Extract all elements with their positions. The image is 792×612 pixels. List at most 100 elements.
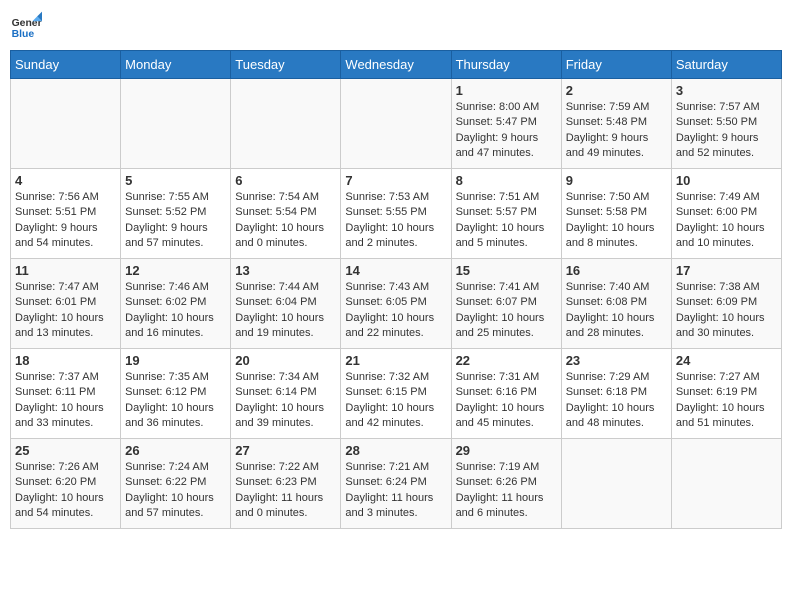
day-number: 20 bbox=[235, 353, 336, 368]
day-info: Sunrise: 7:59 AM Sunset: 5:48 PM Dayligh… bbox=[566, 100, 667, 162]
svg-text:Blue: Blue bbox=[12, 29, 35, 40]
calendar-week-3: 11 Sunrise: 7:47 AM Sunset: 6:01 PM Dayli… bbox=[11, 259, 782, 349]
calendar-cell: 8 Sunrise: 7:51 AM Sunset: 5:57 PM Daylig… bbox=[451, 169, 561, 259]
day-info: Sunrise: 8:00 AM Sunset: 5:47 PM Dayligh… bbox=[456, 100, 557, 162]
calendar-cell bbox=[671, 439, 781, 529]
col-header-saturday: Saturday bbox=[671, 51, 781, 79]
calendar-cell: 22 Sunrise: 7:31 AM Sunset: 6:16 PM Dayli… bbox=[451, 349, 561, 439]
day-info: Sunrise: 7:19 AM Sunset: 6:26 PM Dayligh… bbox=[456, 460, 557, 522]
day-number: 29 bbox=[456, 443, 557, 458]
day-info: Sunrise: 7:21 AM Sunset: 6:24 PM Dayligh… bbox=[345, 460, 446, 522]
col-header-sunday: Sunday bbox=[11, 51, 121, 79]
day-number: 2 bbox=[566, 83, 667, 98]
day-info: Sunrise: 7:47 AM Sunset: 6:01 PM Dayligh… bbox=[15, 280, 116, 342]
calendar-cell: 20 Sunrise: 7:34 AM Sunset: 6:14 PM Dayli… bbox=[231, 349, 341, 439]
col-header-thursday: Thursday bbox=[451, 51, 561, 79]
calendar-cell bbox=[231, 79, 341, 169]
calendar-cell bbox=[121, 79, 231, 169]
calendar-week-2: 4 Sunrise: 7:56 AM Sunset: 5:51 PM Daylig… bbox=[11, 169, 782, 259]
day-info: Sunrise: 7:50 AM Sunset: 5:58 PM Dayligh… bbox=[566, 190, 667, 252]
day-info: Sunrise: 7:56 AM Sunset: 5:51 PM Dayligh… bbox=[15, 190, 116, 252]
day-info: Sunrise: 7:51 AM Sunset: 5:57 PM Dayligh… bbox=[456, 190, 557, 252]
day-number: 8 bbox=[456, 173, 557, 188]
calendar-cell bbox=[341, 79, 451, 169]
calendar-cell bbox=[561, 439, 671, 529]
day-info: Sunrise: 7:32 AM Sunset: 6:15 PM Dayligh… bbox=[345, 370, 446, 432]
day-info: Sunrise: 7:54 AM Sunset: 5:54 PM Dayligh… bbox=[235, 190, 336, 252]
day-number: 25 bbox=[15, 443, 116, 458]
calendar-cell bbox=[11, 79, 121, 169]
day-number: 27 bbox=[235, 443, 336, 458]
calendar-cell: 7 Sunrise: 7:53 AM Sunset: 5:55 PM Daylig… bbox=[341, 169, 451, 259]
calendar-cell: 4 Sunrise: 7:56 AM Sunset: 5:51 PM Daylig… bbox=[11, 169, 121, 259]
col-header-friday: Friday bbox=[561, 51, 671, 79]
day-info: Sunrise: 7:57 AM Sunset: 5:50 PM Dayligh… bbox=[676, 100, 777, 162]
day-info: Sunrise: 7:29 AM Sunset: 6:18 PM Dayligh… bbox=[566, 370, 667, 432]
day-info: Sunrise: 7:55 AM Sunset: 5:52 PM Dayligh… bbox=[125, 190, 226, 252]
calendar-cell: 12 Sunrise: 7:46 AM Sunset: 6:02 PM Dayli… bbox=[121, 259, 231, 349]
calendar-cell: 14 Sunrise: 7:43 AM Sunset: 6:05 PM Dayli… bbox=[341, 259, 451, 349]
day-number: 22 bbox=[456, 353, 557, 368]
day-number: 18 bbox=[15, 353, 116, 368]
calendar-table: SundayMondayTuesdayWednesdayThursdayFrid… bbox=[10, 50, 782, 529]
day-info: Sunrise: 7:35 AM Sunset: 6:12 PM Dayligh… bbox=[125, 370, 226, 432]
day-info: Sunrise: 7:34 AM Sunset: 6:14 PM Dayligh… bbox=[235, 370, 336, 432]
day-number: 6 bbox=[235, 173, 336, 188]
day-number: 10 bbox=[676, 173, 777, 188]
calendar-cell: 29 Sunrise: 7:19 AM Sunset: 6:26 PM Dayli… bbox=[451, 439, 561, 529]
day-info: Sunrise: 7:46 AM Sunset: 6:02 PM Dayligh… bbox=[125, 280, 226, 342]
day-info: Sunrise: 7:24 AM Sunset: 6:22 PM Dayligh… bbox=[125, 460, 226, 522]
calendar-cell: 15Sunrise: 7:41 AM Sunset: 6:07 PM Dayli… bbox=[451, 259, 561, 349]
day-info: Sunrise: 7:43 AM Sunset: 6:05 PM Dayligh… bbox=[345, 280, 446, 342]
day-number: 3 bbox=[676, 83, 777, 98]
calendar-cell: 25 Sunrise: 7:26 AM Sunset: 6:20 PM Dayli… bbox=[11, 439, 121, 529]
day-info: Sunrise: 7:53 AM Sunset: 5:55 PM Dayligh… bbox=[345, 190, 446, 252]
day-number: 7 bbox=[345, 173, 446, 188]
logo: General Blue bbox=[10, 10, 42, 42]
day-info: Sunrise: 7:38 AM Sunset: 6:09 PM Dayligh… bbox=[676, 280, 777, 342]
calendar-cell: 26 Sunrise: 7:24 AM Sunset: 6:22 PM Dayli… bbox=[121, 439, 231, 529]
calendar-week-1: 1Sunrise: 8:00 AM Sunset: 5:47 PM Daylig… bbox=[11, 79, 782, 169]
calendar-cell: 6 Sunrise: 7:54 AM Sunset: 5:54 PM Daylig… bbox=[231, 169, 341, 259]
day-info: Sunrise: 7:31 AM Sunset: 6:16 PM Dayligh… bbox=[456, 370, 557, 432]
calendar-cell: 17Sunrise: 7:38 AM Sunset: 6:09 PM Dayli… bbox=[671, 259, 781, 349]
calendar-week-4: 18 Sunrise: 7:37 AM Sunset: 6:11 PM Dayli… bbox=[11, 349, 782, 439]
day-info: Sunrise: 7:26 AM Sunset: 6:20 PM Dayligh… bbox=[15, 460, 116, 522]
col-header-tuesday: Tuesday bbox=[231, 51, 341, 79]
day-number: 23 bbox=[566, 353, 667, 368]
page-header: General Blue bbox=[10, 10, 782, 42]
day-number: 21 bbox=[345, 353, 446, 368]
calendar-cell: 11 Sunrise: 7:47 AM Sunset: 6:01 PM Dayli… bbox=[11, 259, 121, 349]
day-number: 12 bbox=[125, 263, 226, 278]
day-info: Sunrise: 7:44 AM Sunset: 6:04 PM Dayligh… bbox=[235, 280, 336, 342]
day-number: 4 bbox=[15, 173, 116, 188]
calendar-week-5: 25 Sunrise: 7:26 AM Sunset: 6:20 PM Dayli… bbox=[11, 439, 782, 529]
calendar-cell: 24Sunrise: 7:27 AM Sunset: 6:19 PM Dayli… bbox=[671, 349, 781, 439]
day-number: 26 bbox=[125, 443, 226, 458]
calendar-cell: 23 Sunrise: 7:29 AM Sunset: 6:18 PM Dayli… bbox=[561, 349, 671, 439]
calendar-cell: 10 Sunrise: 7:49 AM Sunset: 6:00 PM Dayli… bbox=[671, 169, 781, 259]
day-info: Sunrise: 7:40 AM Sunset: 6:08 PM Dayligh… bbox=[566, 280, 667, 342]
day-info: Sunrise: 7:37 AM Sunset: 6:11 PM Dayligh… bbox=[15, 370, 116, 432]
calendar-cell: 2 Sunrise: 7:59 AM Sunset: 5:48 PM Daylig… bbox=[561, 79, 671, 169]
col-header-wednesday: Wednesday bbox=[341, 51, 451, 79]
day-info: Sunrise: 7:22 AM Sunset: 6:23 PM Dayligh… bbox=[235, 460, 336, 522]
calendar-cell: 19Sunrise: 7:35 AM Sunset: 6:12 PM Dayli… bbox=[121, 349, 231, 439]
day-number: 14 bbox=[345, 263, 446, 278]
calendar-cell: 16 Sunrise: 7:40 AM Sunset: 6:08 PM Dayli… bbox=[561, 259, 671, 349]
day-info: Sunrise: 7:27 AM Sunset: 6:19 PM Dayligh… bbox=[676, 370, 777, 432]
calendar-cell: 1Sunrise: 8:00 AM Sunset: 5:47 PM Daylig… bbox=[451, 79, 561, 169]
day-number: 15 bbox=[456, 263, 557, 278]
day-number: 13 bbox=[235, 263, 336, 278]
calendar-cell: 28Sunrise: 7:21 AM Sunset: 6:24 PM Dayli… bbox=[341, 439, 451, 529]
day-number: 11 bbox=[15, 263, 116, 278]
day-info: Sunrise: 7:49 AM Sunset: 6:00 PM Dayligh… bbox=[676, 190, 777, 252]
calendar-cell: 13 Sunrise: 7:44 AM Sunset: 6:04 PM Dayli… bbox=[231, 259, 341, 349]
logo-icon: General Blue bbox=[10, 10, 42, 42]
calendar-cell: 21 Sunrise: 7:32 AM Sunset: 6:15 PM Dayli… bbox=[341, 349, 451, 439]
day-number: 16 bbox=[566, 263, 667, 278]
col-header-monday: Monday bbox=[121, 51, 231, 79]
calendar-cell: 9Sunrise: 7:50 AM Sunset: 5:58 PM Daylig… bbox=[561, 169, 671, 259]
calendar-cell: 5Sunrise: 7:55 AM Sunset: 5:52 PM Daylig… bbox=[121, 169, 231, 259]
calendar-cell: 18 Sunrise: 7:37 AM Sunset: 6:11 PM Dayli… bbox=[11, 349, 121, 439]
